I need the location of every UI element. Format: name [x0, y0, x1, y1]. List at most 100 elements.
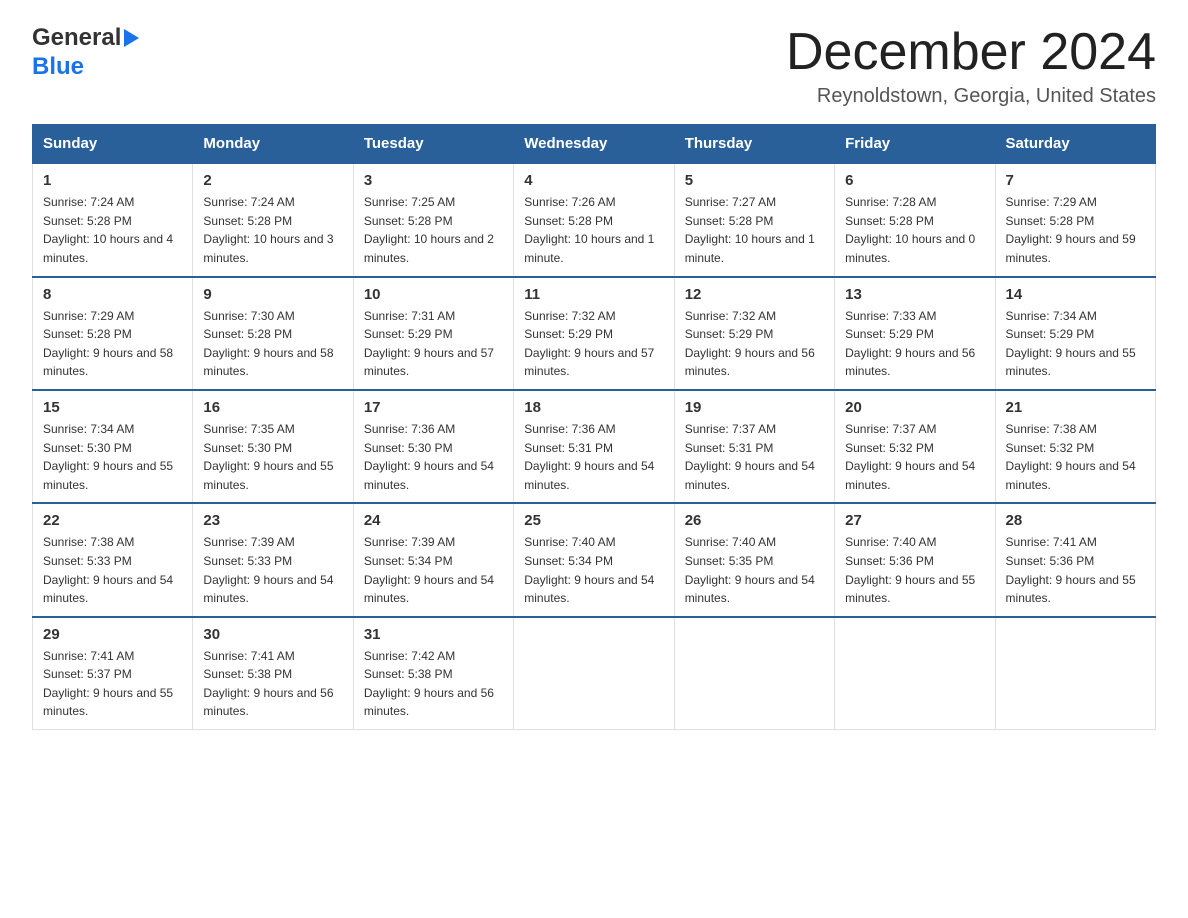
- sunrise-label: Sunrise: 7:40 AM: [685, 535, 776, 549]
- daylight-label: Daylight: 9 hours and 55 minutes.: [845, 573, 975, 606]
- month-title: December 2024: [786, 24, 1156, 81]
- sunset-label: Sunset: 5:31 PM: [524, 441, 613, 455]
- day-info: Sunrise: 7:41 AM Sunset: 5:38 PM Dayligh…: [203, 647, 342, 721]
- sunrise-label: Sunrise: 7:31 AM: [364, 309, 455, 323]
- calendar-cell: 7 Sunrise: 7:29 AM Sunset: 5:28 PM Dayli…: [995, 163, 1155, 276]
- daylight-label: Daylight: 9 hours and 55 minutes.: [1006, 346, 1136, 379]
- day-number: 25: [524, 512, 663, 529]
- day-header-wednesday: Wednesday: [514, 125, 674, 164]
- daylight-label: Daylight: 9 hours and 54 minutes.: [364, 459, 494, 492]
- day-info: Sunrise: 7:29 AM Sunset: 5:28 PM Dayligh…: [1006, 193, 1145, 267]
- day-info: Sunrise: 7:24 AM Sunset: 5:28 PM Dayligh…: [43, 193, 182, 267]
- calendar-cell: [514, 617, 674, 730]
- day-number: 26: [685, 512, 824, 529]
- sunset-label: Sunset: 5:28 PM: [685, 214, 774, 228]
- day-number: 5: [685, 172, 824, 189]
- calendar-header: SundayMondayTuesdayWednesdayThursdayFrid…: [33, 125, 1156, 164]
- day-number: 8: [43, 286, 182, 303]
- calendar-cell: 12 Sunrise: 7:32 AM Sunset: 5:29 PM Dayl…: [674, 277, 834, 390]
- day-info: Sunrise: 7:39 AM Sunset: 5:33 PM Dayligh…: [203, 533, 342, 607]
- sunset-label: Sunset: 5:34 PM: [364, 554, 453, 568]
- day-header-saturday: Saturday: [995, 125, 1155, 164]
- day-number: 30: [203, 626, 342, 643]
- day-number: 19: [685, 399, 824, 416]
- sunset-label: Sunset: 5:37 PM: [43, 667, 132, 681]
- day-number: 6: [845, 172, 984, 189]
- sunrise-label: Sunrise: 7:25 AM: [364, 195, 455, 209]
- day-header-friday: Friday: [835, 125, 995, 164]
- logo-blue-text: Blue: [32, 53, 139, 82]
- calendar-cell: 4 Sunrise: 7:26 AM Sunset: 5:28 PM Dayli…: [514, 163, 674, 276]
- sunset-label: Sunset: 5:28 PM: [1006, 214, 1095, 228]
- calendar-cell: [835, 617, 995, 730]
- logo-general-word: General: [32, 24, 121, 53]
- daylight-label: Daylight: 9 hours and 54 minutes.: [524, 459, 654, 492]
- day-info: Sunrise: 7:34 AM Sunset: 5:29 PM Dayligh…: [1006, 307, 1145, 381]
- logo-general-text: General: [32, 24, 139, 53]
- sunset-label: Sunset: 5:29 PM: [1006, 327, 1095, 341]
- sunrise-label: Sunrise: 7:35 AM: [203, 422, 294, 436]
- sunrise-label: Sunrise: 7:39 AM: [203, 535, 294, 549]
- day-number: 23: [203, 512, 342, 529]
- calendar-cell: 9 Sunrise: 7:30 AM Sunset: 5:28 PM Dayli…: [193, 277, 353, 390]
- day-info: Sunrise: 7:33 AM Sunset: 5:29 PM Dayligh…: [845, 307, 984, 381]
- day-header-tuesday: Tuesday: [353, 125, 513, 164]
- sunset-label: Sunset: 5:38 PM: [203, 667, 292, 681]
- sunset-label: Sunset: 5:29 PM: [685, 327, 774, 341]
- location-subtitle: Reynoldstown, Georgia, United States: [786, 85, 1156, 108]
- day-number: 27: [845, 512, 984, 529]
- week-row-3: 15 Sunrise: 7:34 AM Sunset: 5:30 PM Dayl…: [33, 390, 1156, 503]
- day-info: Sunrise: 7:41 AM Sunset: 5:37 PM Dayligh…: [43, 647, 182, 721]
- sunrise-label: Sunrise: 7:34 AM: [1006, 309, 1097, 323]
- daylight-label: Daylight: 10 hours and 1 minute.: [685, 232, 815, 265]
- sunrise-label: Sunrise: 7:41 AM: [203, 649, 294, 663]
- day-info: Sunrise: 7:41 AM Sunset: 5:36 PM Dayligh…: [1006, 533, 1145, 607]
- page-header: General Blue December 2024 Reynoldstown,…: [32, 24, 1156, 108]
- sunrise-label: Sunrise: 7:27 AM: [685, 195, 776, 209]
- sunset-label: Sunset: 5:28 PM: [364, 214, 453, 228]
- sunrise-label: Sunrise: 7:33 AM: [845, 309, 936, 323]
- daylight-label: Daylight: 10 hours and 4 minutes.: [43, 232, 173, 265]
- days-of-week-row: SundayMondayTuesdayWednesdayThursdayFrid…: [33, 125, 1156, 164]
- calendar-cell: 31 Sunrise: 7:42 AM Sunset: 5:38 PM Dayl…: [353, 617, 513, 730]
- calendar-cell: 30 Sunrise: 7:41 AM Sunset: 5:38 PM Dayl…: [193, 617, 353, 730]
- daylight-label: Daylight: 9 hours and 56 minutes.: [364, 686, 494, 719]
- calendar-cell: 6 Sunrise: 7:28 AM Sunset: 5:28 PM Dayli…: [835, 163, 995, 276]
- daylight-label: Daylight: 9 hours and 56 minutes.: [845, 346, 975, 379]
- daylight-label: Daylight: 10 hours and 2 minutes.: [364, 232, 494, 265]
- calendar-cell: 16 Sunrise: 7:35 AM Sunset: 5:30 PM Dayl…: [193, 390, 353, 503]
- calendar-cell: 13 Sunrise: 7:33 AM Sunset: 5:29 PM Dayl…: [835, 277, 995, 390]
- day-info: Sunrise: 7:27 AM Sunset: 5:28 PM Dayligh…: [685, 193, 824, 267]
- day-number: 18: [524, 399, 663, 416]
- day-number: 14: [1006, 286, 1145, 303]
- daylight-label: Daylight: 9 hours and 55 minutes.: [43, 459, 173, 492]
- day-info: Sunrise: 7:31 AM Sunset: 5:29 PM Dayligh…: [364, 307, 503, 381]
- sunset-label: Sunset: 5:28 PM: [845, 214, 934, 228]
- day-info: Sunrise: 7:32 AM Sunset: 5:29 PM Dayligh…: [524, 307, 663, 381]
- day-info: Sunrise: 7:39 AM Sunset: 5:34 PM Dayligh…: [364, 533, 503, 607]
- week-row-2: 8 Sunrise: 7:29 AM Sunset: 5:28 PM Dayli…: [33, 277, 1156, 390]
- day-info: Sunrise: 7:34 AM Sunset: 5:30 PM Dayligh…: [43, 420, 182, 494]
- day-number: 24: [364, 512, 503, 529]
- sunrise-label: Sunrise: 7:36 AM: [364, 422, 455, 436]
- daylight-label: Daylight: 9 hours and 54 minutes.: [524, 573, 654, 606]
- daylight-label: Daylight: 10 hours and 0 minutes.: [845, 232, 975, 265]
- daylight-label: Daylight: 9 hours and 54 minutes.: [845, 459, 975, 492]
- daylight-label: Daylight: 9 hours and 56 minutes.: [685, 346, 815, 379]
- sunset-label: Sunset: 5:32 PM: [1006, 441, 1095, 455]
- week-row-1: 1 Sunrise: 7:24 AM Sunset: 5:28 PM Dayli…: [33, 163, 1156, 276]
- sunrise-label: Sunrise: 7:38 AM: [1006, 422, 1097, 436]
- daylight-label: Daylight: 9 hours and 55 minutes.: [43, 686, 173, 719]
- sunrise-label: Sunrise: 7:40 AM: [524, 535, 615, 549]
- day-number: 11: [524, 286, 663, 303]
- sunset-label: Sunset: 5:36 PM: [845, 554, 934, 568]
- calendar-cell: 25 Sunrise: 7:40 AM Sunset: 5:34 PM Dayl…: [514, 503, 674, 616]
- daylight-label: Daylight: 10 hours and 3 minutes.: [203, 232, 333, 265]
- day-header-thursday: Thursday: [674, 125, 834, 164]
- calendar-cell: 18 Sunrise: 7:36 AM Sunset: 5:31 PM Dayl…: [514, 390, 674, 503]
- day-info: Sunrise: 7:37 AM Sunset: 5:31 PM Dayligh…: [685, 420, 824, 494]
- sunrise-label: Sunrise: 7:37 AM: [845, 422, 936, 436]
- calendar-cell: 26 Sunrise: 7:40 AM Sunset: 5:35 PM Dayl…: [674, 503, 834, 616]
- sunset-label: Sunset: 5:29 PM: [364, 327, 453, 341]
- sunrise-label: Sunrise: 7:42 AM: [364, 649, 455, 663]
